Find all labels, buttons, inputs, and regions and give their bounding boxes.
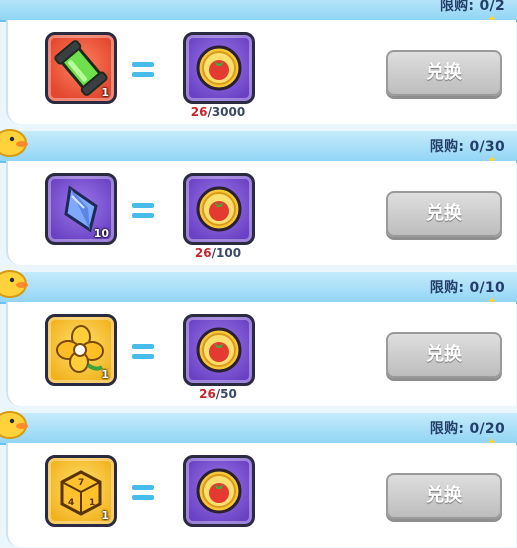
- svg-text:1: 1: [89, 498, 95, 508]
- exchange-button[interactable]: 兑换: [386, 332, 502, 378]
- owned-count: 26: [199, 387, 216, 401]
- owned-vs-cost: 26/3000: [168, 105, 268, 119]
- svg-text:7: 7: [78, 478, 84, 488]
- item-slot[interactable]: 7 4 1 1: [45, 455, 117, 527]
- owned-count: 26: [194, 246, 212, 260]
- owned-count: 26: [190, 105, 208, 119]
- row-header: 限购: 0/30 ✦: [0, 129, 517, 167]
- exchange-button[interactable]: 兑换: [386, 473, 502, 519]
- currency-slot[interactable]: [183, 455, 255, 527]
- cost-amount: /50: [215, 387, 237, 401]
- equals-icon: [132, 344, 154, 360]
- shop-row: 限购: 0/2 ✦ 1 26/3000 兑换: [0, 0, 517, 125]
- tomato-coin-icon: [196, 468, 242, 514]
- item-slot[interactable]: 10: [45, 173, 117, 245]
- tomato-coin-icon: [196, 186, 242, 232]
- exchange-button[interactable]: 兑换: [386, 191, 502, 237]
- item-slot[interactable]: 1: [45, 314, 117, 386]
- tomato-coin-icon: [196, 45, 242, 91]
- shop-row: 限购: 0/20 ✦ 7 4 1 1 兑换: [0, 411, 517, 548]
- item-quantity: 1: [101, 86, 109, 99]
- svg-text:4: 4: [68, 498, 74, 508]
- cost-amount: /3000: [207, 105, 246, 119]
- shop-row: 限购: 0/30 ✦ 10 26/100 兑换: [0, 129, 517, 266]
- currency-slot[interactable]: [183, 32, 255, 104]
- row-header: 限购: 0/10 ✦: [0, 270, 517, 308]
- item-quantity: 1: [101, 509, 109, 522]
- equals-icon: [132, 485, 154, 501]
- item-quantity: 1: [101, 368, 109, 381]
- currency-slot[interactable]: [183, 314, 255, 386]
- owned-vs-cost: 26/50: [168, 387, 268, 401]
- tomato-coin-icon: [196, 327, 242, 373]
- shop-row: 限购: 0/10 ✦ 1 26/50 兑换: [0, 270, 517, 407]
- currency-slot[interactable]: [183, 173, 255, 245]
- duck-icon: [0, 411, 28, 439]
- row-header: 限购: 0/20 ✦: [0, 411, 517, 449]
- item-quantity: 10: [93, 227, 109, 240]
- equals-icon: [132, 203, 154, 219]
- duck-icon: [0, 129, 28, 157]
- item-slot[interactable]: 1: [45, 32, 117, 104]
- row-header: 限购: 0/2 ✦: [0, 0, 517, 26]
- equals-icon: [132, 62, 154, 78]
- cost-amount: /100: [211, 246, 242, 260]
- owned-vs-cost: 26/100: [168, 246, 268, 260]
- exchange-button[interactable]: 兑换: [386, 50, 502, 96]
- duck-icon: [0, 270, 28, 298]
